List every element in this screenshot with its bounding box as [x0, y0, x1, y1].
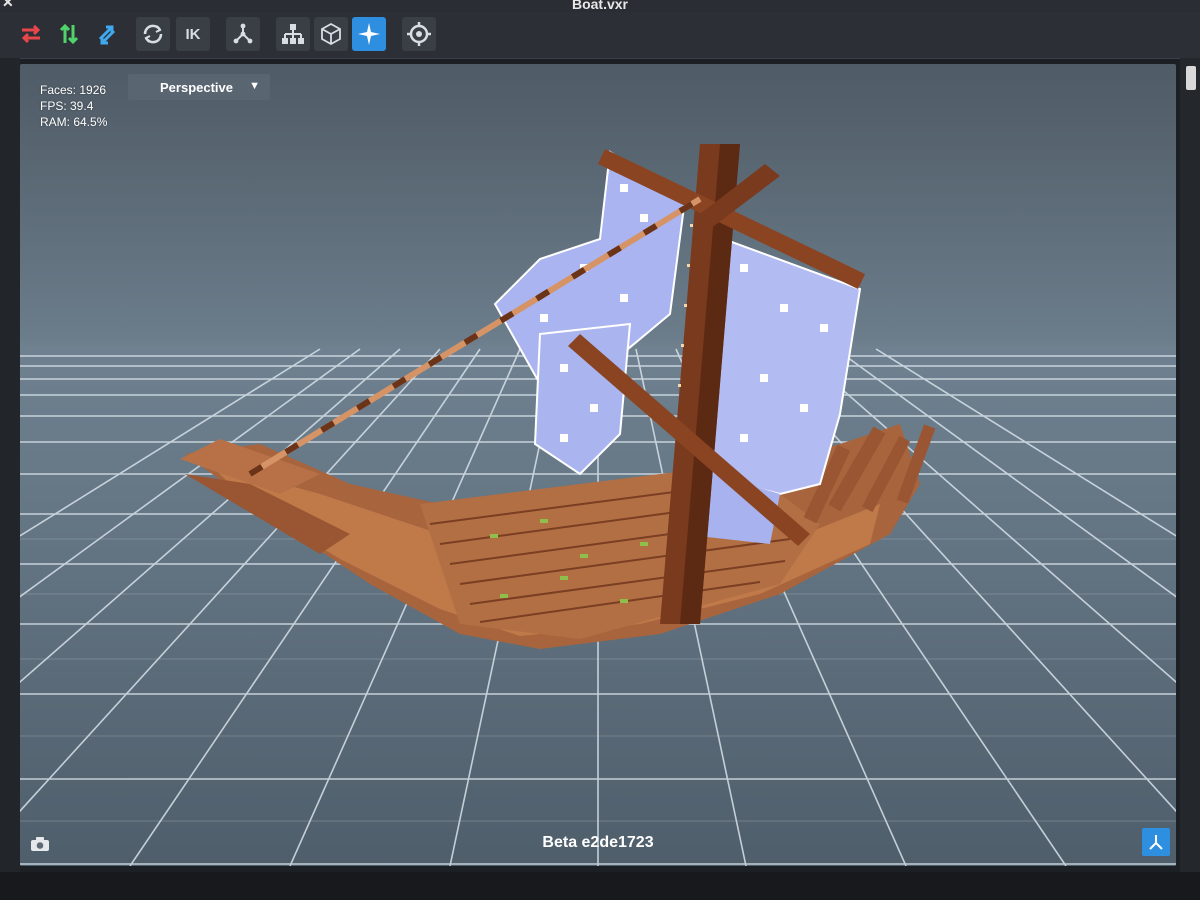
- hierarchy-button[interactable]: [276, 17, 310, 51]
- fps-readout: FPS: 39.4: [40, 99, 94, 113]
- swap-depth-icon: [98, 25, 116, 45]
- scene-canvas: [20, 144, 1176, 866]
- stats-overlay: Faces: 1926 FPS: 39.4 RAM: 64.5%: [40, 82, 107, 130]
- cube-button[interactable]: [314, 17, 348, 51]
- hierarchy-icon: [282, 24, 304, 44]
- close-icon[interactable]: ✕: [2, 0, 14, 9]
- swap-horizontal-button[interactable]: [14, 17, 48, 51]
- left-panel-edge: [0, 58, 20, 878]
- target-button[interactable]: [402, 17, 436, 51]
- right-panel-edge: [1180, 58, 1200, 878]
- axis-gizmo-button[interactable]: [1142, 828, 1170, 856]
- version-label: Beta e2de1723: [542, 834, 654, 851]
- rotate-icon: [143, 24, 163, 44]
- joints-icon: [233, 23, 253, 44]
- ik-button[interactable]: IK: [176, 17, 210, 51]
- swap-vertical-icon: [59, 23, 79, 45]
- star-icon: [358, 23, 380, 45]
- view-mode-label: Perspective: [160, 79, 233, 95]
- faces-count: Faces: 1926: [40, 83, 107, 97]
- swap-horizontal-icon: [21, 24, 41, 44]
- 3d-viewport[interactable]: Faces: 1926 FPS: 39.4 RAM: 64.5% Perspec…: [20, 64, 1176, 866]
- bottom-bezel: [0, 872, 1200, 900]
- window-title: Boat.vxr: [571, 0, 629, 12]
- ik-label: IK: [185, 25, 201, 43]
- toolbar: IK: [0, 12, 1200, 59]
- scrollbar-thumb[interactable]: [1186, 66, 1196, 90]
- camera-icon: [31, 837, 49, 851]
- swap-depth-button[interactable]: [90, 17, 124, 51]
- screenshot-button[interactable]: [28, 832, 52, 856]
- axis-icon: [1149, 835, 1163, 850]
- title-bar: ✕ Boat.vxr: [0, 0, 1200, 12]
- dropdown-arrow-icon: ▼: [249, 80, 260, 92]
- joints-button[interactable]: [226, 17, 260, 51]
- rotate-button[interactable]: [136, 17, 170, 51]
- cube-icon: [321, 22, 341, 46]
- swap-vertical-button[interactable]: [52, 17, 86, 51]
- crosshair-icon: [407, 22, 431, 46]
- select-star-button[interactable]: [352, 17, 386, 51]
- ram-readout: RAM: 64.5%: [40, 115, 108, 129]
- view-mode-dropdown[interactable]: Perspective ▼: [128, 74, 270, 100]
